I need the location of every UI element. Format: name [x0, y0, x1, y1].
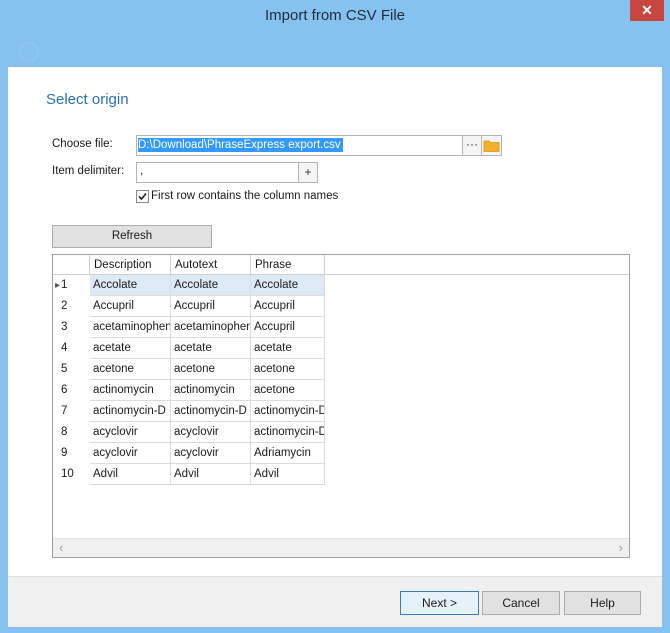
browse-dots-button[interactable]: ··· — [462, 135, 482, 156]
table-cell[interactable]: acetate — [171, 338, 251, 359]
row-number[interactable]: 8 — [53, 422, 90, 443]
table-cell[interactable]: acetate — [90, 338, 171, 359]
table-cell[interactable]: acetone — [90, 359, 171, 380]
table-cell[interactable]: Advil — [90, 464, 171, 485]
row-number[interactable]: 3 — [53, 317, 90, 338]
close-icon: ✕ — [641, 2, 653, 18]
table-cell[interactable]: acyclovir — [90, 443, 171, 464]
choose-file-label: Choose file: — [52, 138, 113, 150]
delimiter-value: , — [140, 165, 144, 177]
row-number-label: 4 — [61, 342, 68, 354]
row-number[interactable]: 2 — [53, 296, 90, 317]
table-cell[interactable]: Advil — [171, 464, 251, 485]
column-header-filler — [325, 255, 629, 275]
row-number[interactable]: 5 — [53, 359, 90, 380]
scroll-right-icon[interactable]: › — [619, 540, 623, 555]
delimiter-input[interactable]: , — [136, 162, 299, 183]
row-header-corner — [53, 255, 90, 275]
file-path-value: D:\Download\PhraseExpress export.csv — [138, 138, 343, 152]
table-cell[interactable]: Accupril — [251, 317, 325, 338]
table-cell[interactable]: acyclovir — [171, 422, 251, 443]
refresh-button[interactable]: Refresh — [52, 225, 212, 248]
row-number[interactable]: 9 — [53, 443, 90, 464]
table-cell[interactable]: Accupril — [251, 296, 325, 317]
dialog-footer: Next > Cancel Help — [8, 576, 662, 627]
checkmark-icon — [138, 192, 147, 201]
next-button[interactable]: Next > — [400, 591, 479, 615]
table-cell[interactable]: acyclovir — [90, 422, 171, 443]
first-row-label[interactable]: First row contains the column names — [151, 190, 338, 202]
table-cell[interactable]: Accupril — [171, 296, 251, 317]
row-number-label: 5 — [61, 363, 68, 375]
table-cell[interactable]: acetone — [251, 380, 325, 401]
row-number-label: 7 — [61, 405, 68, 417]
preview-grid[interactable]: Description Autotext Phrase ▸ 1 Accolate Ac… — [52, 254, 630, 558]
table-cell[interactable]: actinomycin-D — [171, 401, 251, 422]
app-watermark-icon — [18, 41, 40, 63]
row-number-label: 2 — [61, 300, 68, 312]
table-cell[interactable]: actinomycin — [90, 380, 171, 401]
table-cell[interactable]: Advil — [251, 464, 325, 485]
add-delimiter-button[interactable]: + — [298, 162, 318, 183]
open-folder-button[interactable] — [481, 135, 502, 156]
file-path-input[interactable]: D:\Download\PhraseExpress export.csv — [136, 135, 463, 156]
row-number[interactable]: 10 — [53, 464, 90, 485]
close-button[interactable]: ✕ — [630, 0, 664, 21]
column-header-phrase[interactable]: Phrase — [251, 255, 325, 275]
table-cell[interactable]: acyclovir — [171, 443, 251, 464]
title-bar: Import from CSV File ✕ — [0, 0, 670, 31]
first-row-checkbox[interactable] — [136, 190, 149, 203]
row-indicator-icon: ▸ — [55, 280, 61, 291]
help-button[interactable]: Help — [564, 591, 641, 615]
cancel-button[interactable]: Cancel — [482, 591, 560, 615]
plus-icon: + — [304, 165, 312, 179]
column-header-description[interactable]: Description — [90, 255, 171, 275]
row-number-label: 10 — [61, 468, 74, 480]
row-number-label: 8 — [61, 426, 68, 438]
row-number-label: 6 — [61, 384, 68, 396]
table-cell[interactable]: actinomycin — [171, 380, 251, 401]
table-cell[interactable]: Accolate — [171, 275, 251, 296]
table-cell[interactable]: actinomycin-D — [90, 401, 171, 422]
table-cell[interactable]: actinomycin-D — [251, 422, 325, 443]
row-number-label: 3 — [61, 321, 68, 333]
table-cell[interactable]: acetaminophen — [90, 317, 171, 338]
row-number-label: 9 — [61, 447, 68, 459]
item-delimiter-label: Item delimiter: — [52, 165, 125, 177]
folder-icon — [483, 140, 500, 152]
table-cell[interactable]: Adriamycin — [251, 443, 325, 464]
scroll-left-icon[interactable]: ‹ — [59, 540, 63, 555]
table-cell[interactable]: Accolate — [90, 275, 171, 296]
table-cell[interactable]: Accupril — [90, 296, 171, 317]
dialog-client-area: Select origin Choose file: D:\Download\P… — [8, 67, 662, 627]
ellipsis-icon: ··· — [466, 137, 478, 151]
row-number[interactable]: ▸ 1 — [53, 275, 90, 296]
horizontal-scrollbar[interactable]: ‹ › — [53, 538, 629, 557]
table-cell[interactable]: acetone — [251, 359, 325, 380]
row-number[interactable]: 4 — [53, 338, 90, 359]
column-header-autotext[interactable]: Autotext — [171, 255, 251, 275]
table-cell[interactable]: actinomycin-D — [251, 401, 325, 422]
table-cell[interactable]: Accolate — [251, 275, 325, 296]
table-cell[interactable]: acetone — [171, 359, 251, 380]
row-number-label: 1 — [61, 279, 68, 291]
row-number[interactable]: 6 — [53, 380, 90, 401]
window-title: Import from CSV File — [264, 7, 406, 24]
window-frame — [0, 31, 8, 633]
table-cell[interactable]: acetaminophen — [171, 317, 251, 338]
row-number[interactable]: 7 — [53, 401, 90, 422]
page-heading: Select origin — [46, 91, 129, 108]
table-cell[interactable]: acetate — [251, 338, 325, 359]
